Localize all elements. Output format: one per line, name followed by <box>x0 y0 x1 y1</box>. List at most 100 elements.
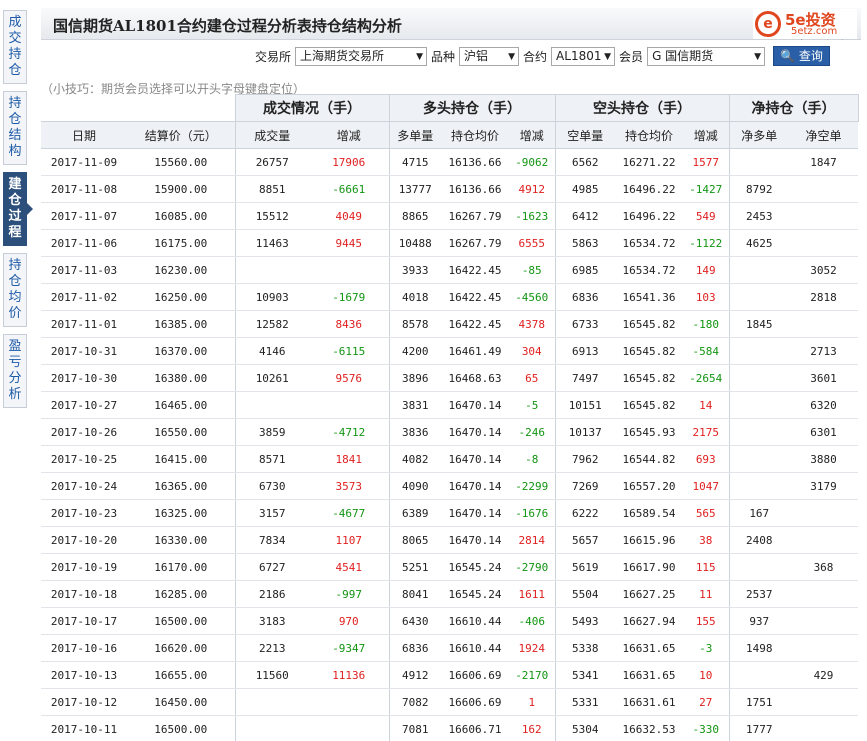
table-cell: 15512 <box>234 202 309 230</box>
table-cell: -1623 <box>509 202 555 230</box>
table-row[interactable]: 2017-10-19 16170.00 6727 4541 5251 16545.24 -2… <box>41 553 858 581</box>
query-button[interactable]: 🔍 查询 <box>773 46 830 66</box>
table-cell: -1122 <box>683 229 729 257</box>
contract-select[interactable]: AL1801 ▼ <box>551 46 616 66</box>
table-cell: 2713 <box>789 337 858 365</box>
table-cell: 4082 <box>388 445 441 473</box>
table-cell: 16271.22 <box>615 148 683 176</box>
table-row[interactable]: 2017-10-12 16450.00 7082 16606.69 1 5331 16631… <box>41 688 858 716</box>
table-cell: 8571 <box>234 445 309 473</box>
table-cell: 4625 <box>728 229 789 257</box>
table-cell: -4712 <box>309 418 389 446</box>
table-cell: 2017-10-11 <box>41 715 127 741</box>
table-cell: 304 <box>509 337 555 365</box>
table-row[interactable]: 2017-10-23 16325.00 3157 -4677 6389 16470.14-… <box>41 499 858 527</box>
column-header[interactable]: 空单量 <box>554 121 615 149</box>
table-cell: -4560 <box>509 283 555 311</box>
table-cell: 26757 <box>234 148 309 176</box>
table-row[interactable]: 2017-10-18 16285.00 2186 -997 8041 16545.24 16… <box>41 580 858 608</box>
table-row[interactable]: 2017-10-17 16500.00 3183 970 6430 16610.44 -40… <box>41 607 858 635</box>
column-header[interactable]: 增减 <box>683 121 729 149</box>
table-cell: 16545.82 <box>615 364 683 392</box>
table-cell: 10137 <box>554 418 615 446</box>
table-cell: 549 <box>683 202 729 230</box>
table-cell: -1679 <box>309 283 389 311</box>
sidebar-tab-1[interactable]: 持仓结构 <box>3 91 27 165</box>
chevron-down-icon: ▼ <box>416 51 424 62</box>
table-row[interactable]: 2017-10-31 16370.00 4146 -6115 4200 16461.49 3… <box>41 337 858 365</box>
table-row[interactable]: 2017-10-11 16500.00 7081 16606.71 162 5304 166… <box>41 715 858 741</box>
table-cell: 16330.00 <box>127 526 235 554</box>
table-row[interactable]: 2017-10-26 16550.00 3859 -4712 3836 16470.14-… <box>41 418 858 446</box>
column-header[interactable]: 成交量 <box>234 121 309 149</box>
table-row[interactable]: 2017-11-06 16175.00 11463 9445 10488 16267.79… <box>41 229 858 257</box>
table-cell: 11136 <box>309 661 389 689</box>
table-cell: 1047 <box>683 472 729 500</box>
sidebar-tab-3[interactable]: 持仓均价 <box>3 253 27 327</box>
column-header[interactable]: 净多单 <box>728 121 789 149</box>
table-row[interactable]: 2017-11-07 16085.00 15512 4049 8865 16267.79-… <box>41 202 858 230</box>
table-cell: 16631.61 <box>615 688 683 716</box>
table-row[interactable]: 2017-10-25 16415.00 8571 1841 4082 16470.14 -8… <box>41 445 858 473</box>
group-header-long: 多头持仓（手） <box>388 94 556 122</box>
table-cell: 8041 <box>388 580 441 608</box>
column-header[interactable]: 净空单 <box>789 121 858 149</box>
table-cell: 16267.79 <box>441 229 509 257</box>
table-cell <box>234 391 309 419</box>
table-row[interactable]: 2017-10-13 16655.00 11560 11136 4912 16606.69… <box>41 661 858 689</box>
table-cell: 8065 <box>388 526 441 554</box>
table-row[interactable]: 2017-11-02 16250.00 10903 -1679 4018 16422.45… <box>41 283 858 311</box>
table-cell: 2017-10-12 <box>41 688 127 716</box>
member-select[interactable]: G 国信期货 ▼ <box>647 46 766 66</box>
table-cell: 3052 <box>789 256 858 284</box>
table-row[interactable]: 2017-11-03 16230.00 3933 16422.45 -85 6985 165… <box>41 256 858 284</box>
column-header[interactable]: 结算价（元） <box>127 121 235 149</box>
table-row[interactable]: 2017-10-27 16465.00 3831 16470.14 -5 10151 165… <box>41 391 858 419</box>
table-cell <box>728 661 789 689</box>
table-cell <box>309 256 389 284</box>
table-cell <box>728 256 789 284</box>
table-cell: 1611 <box>509 580 555 608</box>
table-cell: 13777 <box>388 175 441 203</box>
table-row[interactable]: 2017-10-20 16330.00 7834 1107 8065 16470.14 28… <box>41 526 858 554</box>
table-cell: 16470.14 <box>441 391 509 419</box>
sidebar-tab-2[interactable]: 建仓过程 <box>3 172 33 246</box>
table-row[interactable]: 2017-10-16 16620.00 2213 -9347 6836 16610.44 1… <box>41 634 858 662</box>
sidebar-tab-4[interactable]: 盈亏分析 <box>3 334 27 408</box>
table-cell: 15560.00 <box>127 148 235 176</box>
column-header[interactable]: 多单量 <box>388 121 441 149</box>
table-row[interactable]: 2017-10-24 16365.00 6730 3573 4090 16470.14 -2… <box>41 472 858 500</box>
column-header[interactable]: 持仓均价 <box>441 121 509 149</box>
exchange-select[interactable]: 上海期货交易所 ▼ <box>295 46 428 66</box>
table-cell: 7497 <box>554 364 615 392</box>
product-select[interactable]: 沪铝 ▼ <box>459 46 520 66</box>
table-cell: 7081 <box>388 715 441 741</box>
table-cell: 1777 <box>728 715 789 741</box>
table-cell: 17906 <box>309 148 389 176</box>
table-cell: 429 <box>789 661 858 689</box>
table-row[interactable]: 2017-11-08 15900.00 8851 -6661 13777 16136.66… <box>41 175 858 203</box>
table-cell: 16541.36 <box>615 283 683 311</box>
table-cell: 3183 <box>234 607 309 635</box>
column-header[interactable]: 日期 <box>41 121 127 149</box>
table-cell: 16250.00 <box>127 283 235 311</box>
table-row[interactable]: 2017-11-01 16385.00 12582 8436 8578 16422.45 4… <box>41 310 858 338</box>
table-row[interactable]: 2017-11-09 15560.00 26757 17906 4715 16136.66… <box>41 148 858 176</box>
table-cell: -4677 <box>309 499 389 527</box>
brand-logo[interactable]: e 5e投资 5etz.com <box>753 9 857 39</box>
table-cell: 16285.00 <box>127 580 235 608</box>
table-cell: 16545.82 <box>615 391 683 419</box>
column-header[interactable]: 增减 <box>509 121 555 149</box>
table-cell <box>789 580 858 608</box>
sidebar-tab-0[interactable]: 成交持仓 <box>3 10 27 84</box>
table-cell: 16170.00 <box>127 553 235 581</box>
column-header[interactable]: 持仓均价 <box>615 121 683 149</box>
table-cell: -6661 <box>309 175 389 203</box>
member-value: G 国信期货 <box>652 48 714 63</box>
table-cell: 6730 <box>234 472 309 500</box>
table-cell: 16422.45 <box>441 310 509 338</box>
table-row[interactable]: 2017-10-30 16380.00 10261 9576 3896 16468.63 6… <box>41 364 858 392</box>
table-cell: 16627.94 <box>615 607 683 635</box>
table-cell: 5304 <box>554 715 615 741</box>
column-header[interactable]: 增减 <box>309 121 389 149</box>
